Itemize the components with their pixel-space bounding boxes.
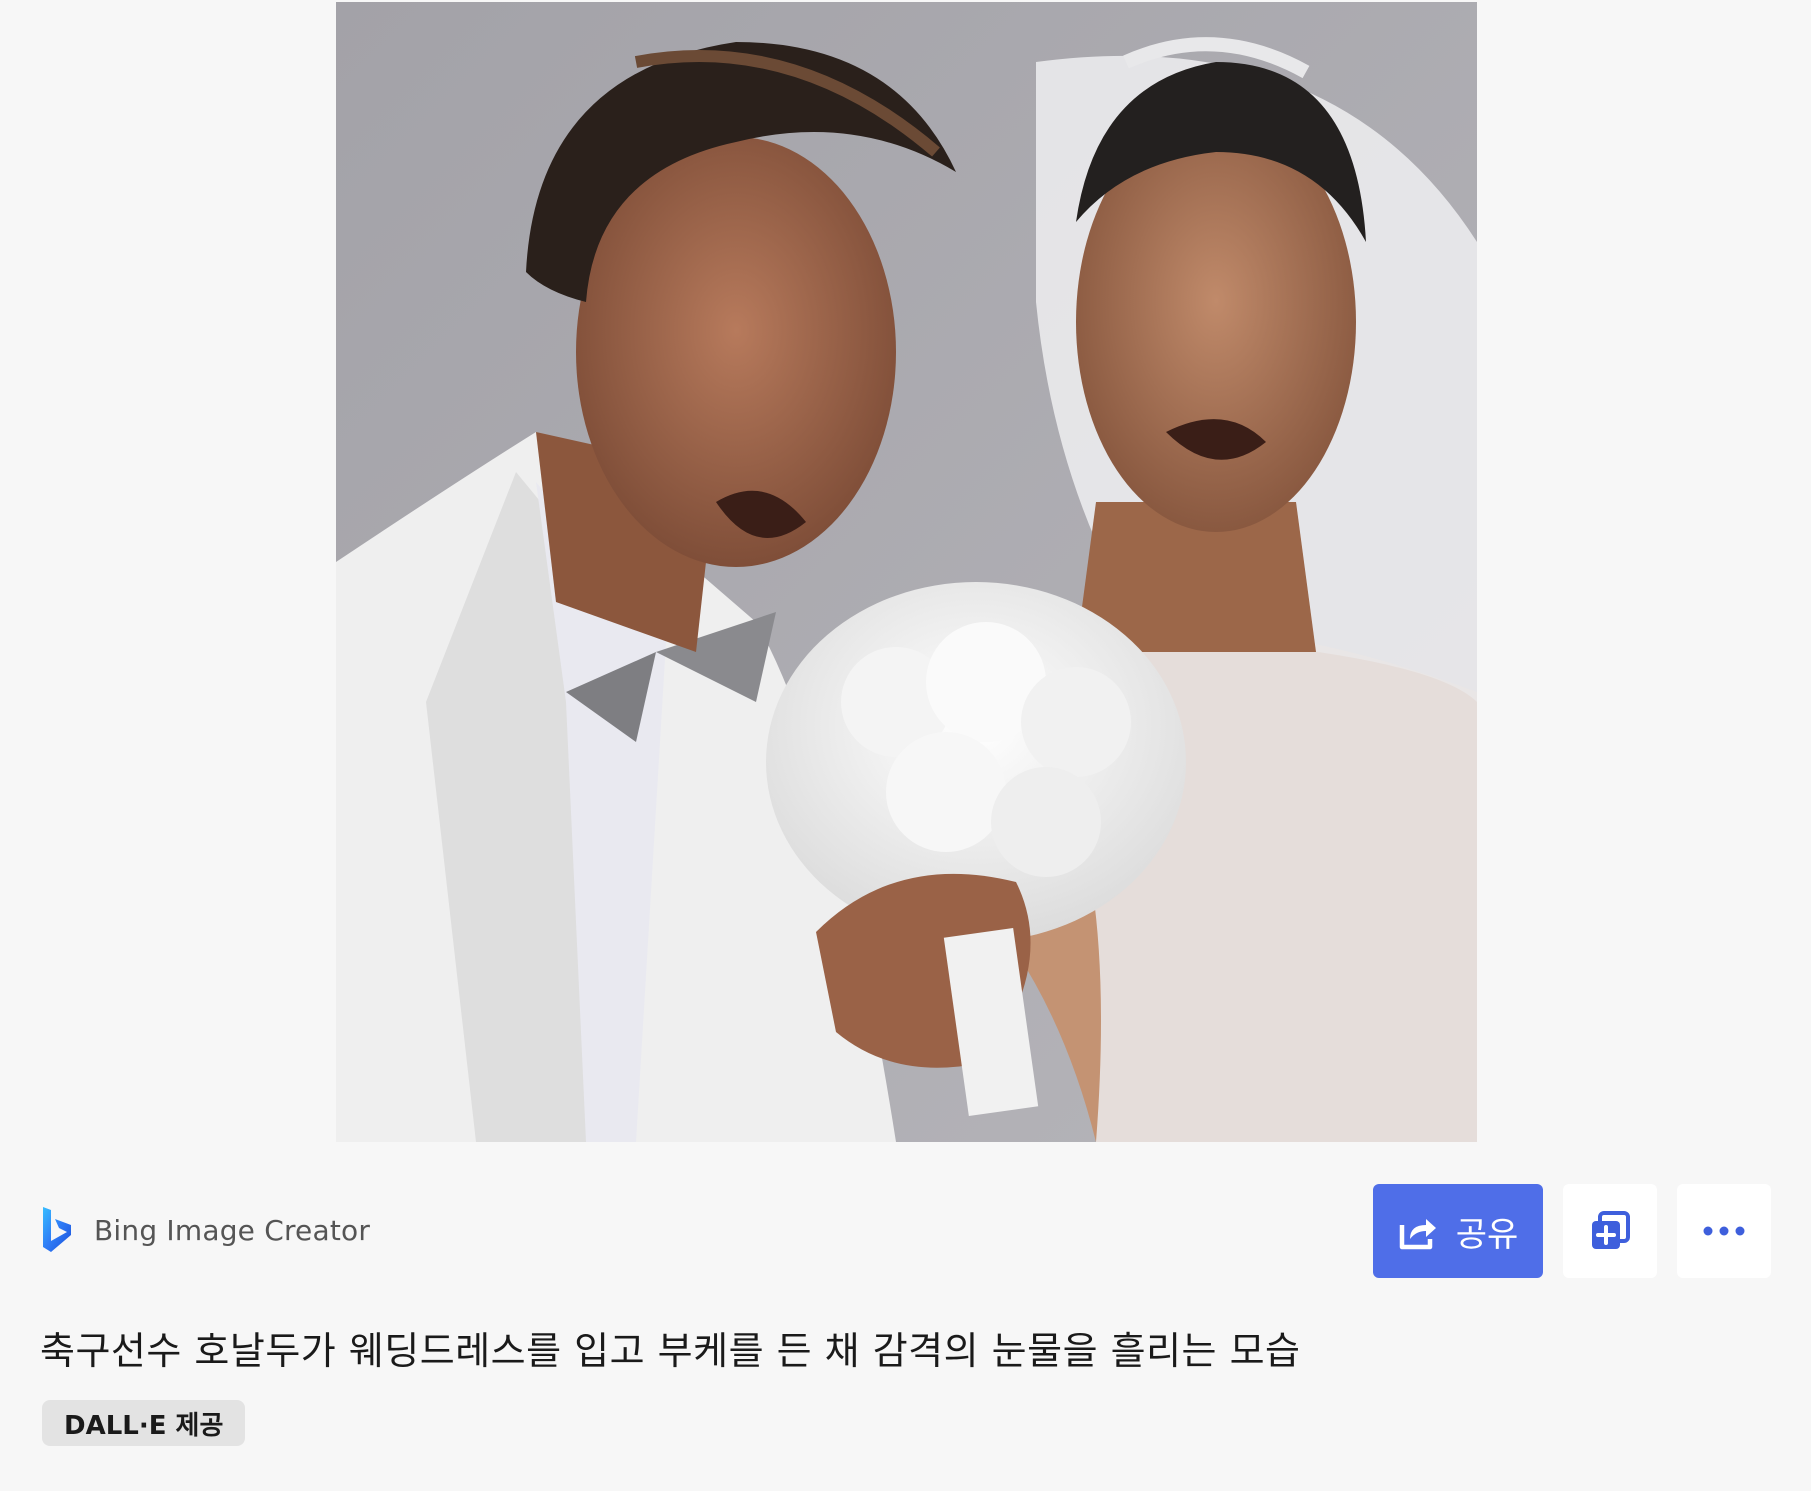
more-options-icon xyxy=(1702,1225,1746,1237)
image-detail-page: Bing Image Creator 공유 축구선수 호날두가 웨딩드레스를 입… xyxy=(0,0,1811,1491)
generated-image[interactable] xyxy=(336,2,1477,1142)
image-actions: 공유 xyxy=(1373,1184,1771,1278)
add-to-collection-icon xyxy=(1588,1209,1632,1253)
bing-logo-icon xyxy=(40,1205,74,1255)
more-options-button[interactable] xyxy=(1677,1184,1771,1278)
generated-image-artwork xyxy=(336,2,1477,1142)
share-button[interactable]: 공유 xyxy=(1373,1184,1543,1278)
share-button-label: 공유 xyxy=(1455,1214,1519,1255)
image-prompt-caption: 축구선수 호날두가 웨딩드레스를 입고 부케를 든 채 감격의 눈물을 흘리는 … xyxy=(40,1329,1301,1373)
source-attribution: Bing Image Creator xyxy=(40,1200,370,1260)
share-arrow-icon xyxy=(1398,1211,1438,1251)
model-badge: DALL·E 제공 xyxy=(42,1400,246,1446)
add-to-collection-button[interactable] xyxy=(1563,1184,1657,1278)
source-name: Bing Image Creator xyxy=(94,1213,371,1247)
